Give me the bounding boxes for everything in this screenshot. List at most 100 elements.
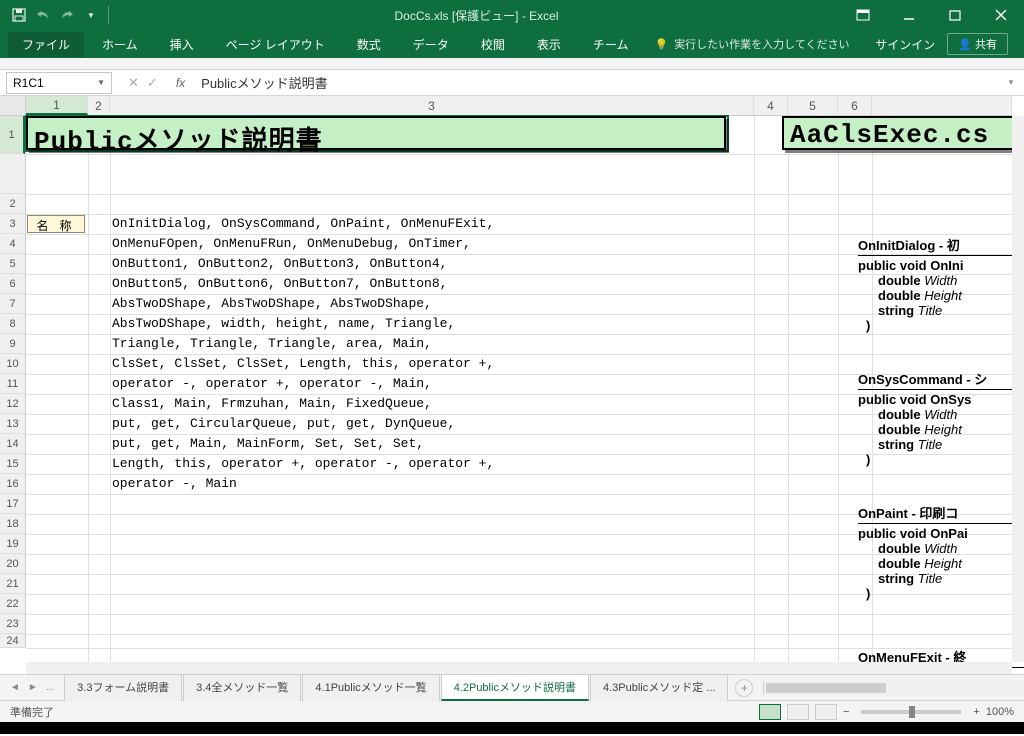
worksheet-grid[interactable]: 123456 123456789101112131415161718192021…: [0, 96, 1024, 674]
sheet-tab[interactable]: 4.1Publicメソッド一覧: [302, 674, 439, 701]
content-line[interactable]: OnInitDialog, OnSysCommand, OnPaint, OnM…: [112, 216, 494, 231]
name-label-cell[interactable]: 名 称: [27, 215, 85, 233]
row-header[interactable]: 7: [0, 294, 25, 314]
formula-input[interactable]: Publicメソッド説明書: [193, 71, 1004, 94]
row-header[interactable]: 13: [0, 414, 25, 434]
row-header[interactable]: 4: [0, 234, 25, 254]
row-header[interactable]: 16: [0, 474, 25, 494]
column-header[interactable]: 4: [754, 96, 788, 115]
content-line[interactable]: AbsTwoDShape, AbsTwoDShape, AbsTwoDShape…: [112, 296, 432, 311]
row-header[interactable]: 1: [0, 116, 25, 154]
row-header[interactable]: 8: [0, 314, 25, 334]
content-line[interactable]: ClsSet, ClsSet, ClsSet, Length, this, op…: [112, 356, 494, 371]
content-line[interactable]: operator -, Main: [112, 476, 237, 491]
content-line[interactable]: Class1, Main, Frmzuhan, Main, FixedQueue…: [112, 396, 432, 411]
vertical-scrollbar[interactable]: [1012, 116, 1024, 662]
expand-formula-icon[interactable]: ▾: [1004, 77, 1024, 88]
zoom-slider[interactable]: [861, 710, 961, 714]
page-layout-view-button[interactable]: [787, 704, 809, 720]
row-header[interactable]: 9: [0, 334, 25, 354]
tab-ページ レイアウト[interactable]: ページ レイアウト: [212, 32, 339, 57]
redo-icon[interactable]: [56, 4, 78, 26]
undo-icon[interactable]: [32, 4, 54, 26]
column-header[interactable]: 2: [88, 96, 110, 115]
content-line[interactable]: OnButton1, OnButton2, OnButton3, OnButto…: [112, 256, 447, 271]
tab-チーム[interactable]: チーム: [579, 32, 643, 57]
content-line[interactable]: put, get, Main, MainForm, Set, Set, Set,: [112, 436, 424, 451]
zoom-level[interactable]: 100%: [986, 706, 1014, 718]
page-break-view-button[interactable]: [815, 704, 837, 720]
add-sheet-button[interactable]: +: [735, 679, 753, 697]
maximize-icon[interactable]: [932, 0, 978, 30]
sheet-tab[interactable]: 3.4全メソッド一覧: [183, 674, 301, 701]
row-header[interactable]: 12: [0, 394, 25, 414]
fx-icon[interactable]: fx: [168, 76, 193, 90]
tab-ホーム[interactable]: ホーム: [88, 32, 152, 57]
content-line[interactable]: AbsTwoDShape, width, height, name, Trian…: [112, 316, 455, 331]
row-header[interactable]: 15: [0, 454, 25, 474]
ribbon-display-icon[interactable]: [840, 0, 886, 30]
enter-formula-icon[interactable]: ✓: [147, 75, 158, 91]
title-cell-b[interactable]: AaClsExec.cs: [782, 116, 1024, 150]
column-header[interactable]: 5: [788, 96, 838, 115]
row-header[interactable]: [0, 154, 25, 194]
horizontal-scrollbar-grid[interactable]: [26, 662, 1012, 674]
zoom-out-button[interactable]: −: [843, 706, 849, 718]
row-header[interactable]: 2: [0, 194, 25, 214]
row-header[interactable]: 11: [0, 374, 25, 394]
sheet-tab[interactable]: 4.2Publicメソッド説明書: [441, 674, 589, 701]
tab-数式[interactable]: 数式: [343, 32, 395, 57]
row-header[interactable]: 3: [0, 214, 25, 234]
sheet-tab[interactable]: 4.3Publicメソッド定 ...: [590, 674, 728, 701]
content-line[interactable]: put, get, CircularQueue, put, get, DynQu…: [112, 416, 455, 431]
share-button[interactable]: 👤 共有: [947, 33, 1008, 55]
method-block[interactable]: OnPaint - 印刷コpublic void OnPaidouble Wid…: [858, 502, 1024, 601]
tab-file[interactable]: ファイル: [8, 32, 84, 57]
row-header[interactable]: 14: [0, 434, 25, 454]
normal-view-button[interactable]: [759, 704, 781, 720]
tab-nav-more[interactable]: ...: [46, 682, 54, 693]
cancel-formula-icon[interactable]: ✕: [128, 75, 139, 91]
method-block[interactable]: OnSysCommand - シpublic void OnSysdouble …: [858, 368, 1024, 467]
tab-表示[interactable]: 表示: [523, 32, 575, 57]
row-header[interactable]: 23: [0, 614, 25, 634]
method-block[interactable]: OnInitDialog - 初public void OnInidouble …: [858, 234, 1024, 333]
row-header[interactable]: 6: [0, 274, 25, 294]
row-header[interactable]: 17: [0, 494, 25, 514]
row-header[interactable]: 10: [0, 354, 25, 374]
chevron-down-icon[interactable]: ▼: [97, 78, 105, 87]
tab-nav-next-icon[interactable]: ►: [28, 682, 38, 693]
row-header[interactable]: 19: [0, 534, 25, 554]
row-header[interactable]: 18: [0, 514, 25, 534]
tell-me-search[interactable]: 💡 実行したい作業を入力してください: [654, 36, 849, 52]
column-header[interactable]: 6: [838, 96, 872, 115]
minimize-icon[interactable]: [886, 0, 932, 30]
cells-area[interactable]: Publicメソッド説明書 AaClsExec.cs 名 称 OnInitDia…: [26, 116, 1012, 662]
scrollbar-thumb[interactable]: [766, 683, 886, 693]
column-header[interactable]: 1: [26, 96, 88, 115]
content-line[interactable]: Length, this, operator +, operator -, op…: [112, 456, 494, 471]
qat-dropdown-icon[interactable]: ▼: [80, 4, 102, 26]
signin-link[interactable]: サインイン: [875, 36, 935, 53]
zoom-in-button[interactable]: +: [973, 706, 979, 718]
content-line[interactable]: OnButton5, OnButton6, OnButton7, OnButto…: [112, 276, 447, 291]
select-all-corner[interactable]: [0, 96, 26, 115]
sheet-tab[interactable]: 3.3フォーム説明書: [64, 674, 182, 701]
close-icon[interactable]: [978, 0, 1024, 30]
column-header[interactable]: 3: [110, 96, 754, 115]
name-box[interactable]: R1C1 ▼: [6, 72, 112, 94]
tab-nav-prev-icon[interactable]: ◄: [10, 682, 20, 693]
content-line[interactable]: OnMenuFOpen, OnMenuFRun, OnMenuDebug, On…: [112, 236, 471, 251]
row-header[interactable]: 20: [0, 554, 25, 574]
content-line[interactable]: operator -, operator +, operator -, Main…: [112, 376, 432, 391]
save-icon[interactable]: [8, 4, 30, 26]
row-header[interactable]: 24: [0, 634, 25, 648]
row-header[interactable]: 5: [0, 254, 25, 274]
horizontal-scrollbar[interactable]: [763, 681, 1024, 695]
tab-データ[interactable]: データ: [399, 32, 463, 57]
content-line[interactable]: Triangle, Triangle, Triangle, area, Main…: [112, 336, 432, 351]
row-header[interactable]: 21: [0, 574, 25, 594]
tab-校閲[interactable]: 校閲: [467, 32, 519, 57]
title-cell-a[interactable]: Publicメソッド説明書: [26, 116, 726, 150]
tab-挿入[interactable]: 挿入: [156, 32, 208, 57]
